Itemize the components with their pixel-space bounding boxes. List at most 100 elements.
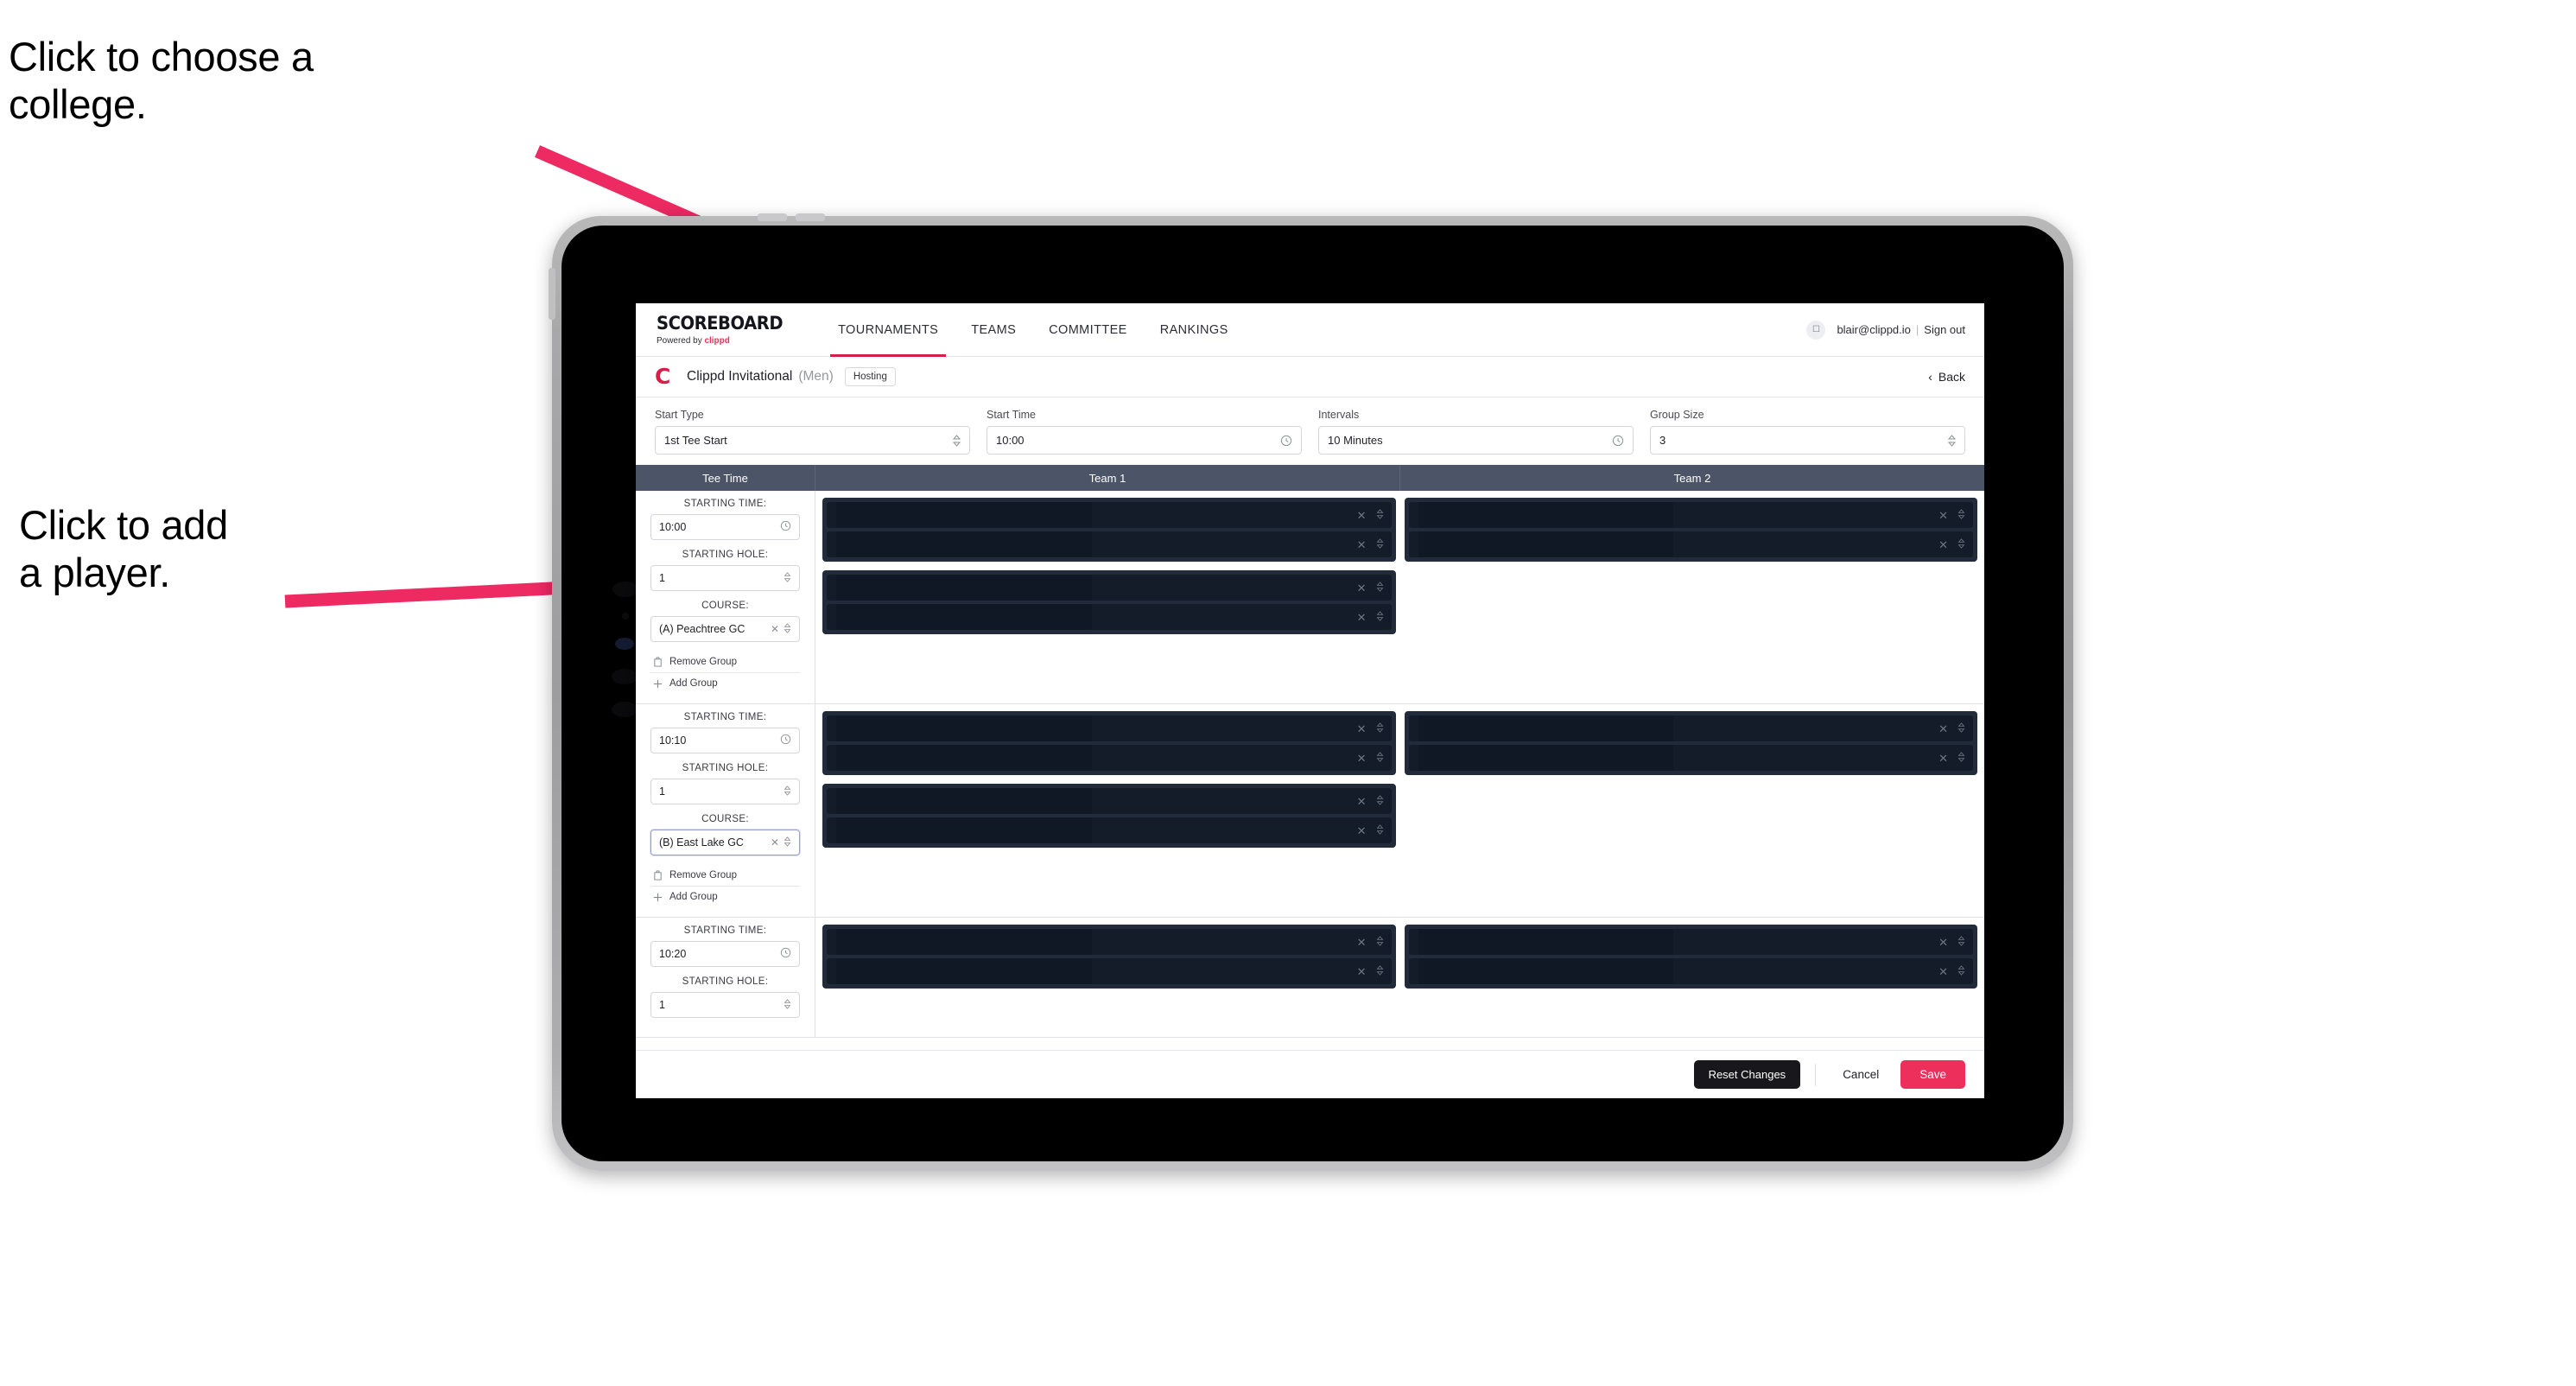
chevron-updown-icon[interactable] [1376, 582, 1384, 594]
player-slot-row[interactable]: ✕ [1408, 745, 1973, 771]
starting-hole-stepper[interactable]: 1 [650, 992, 800, 1018]
chevron-updown-icon[interactable] [1376, 538, 1384, 550]
player-slot-row[interactable]: ✕ [827, 817, 1392, 843]
clear-player-icon[interactable]: ✕ [1938, 966, 1948, 977]
power-button[interactable] [549, 268, 555, 320]
player-name-field[interactable] [836, 502, 1092, 528]
clear-player-icon[interactable]: ✕ [1357, 937, 1367, 948]
chevron-updown-icon[interactable] [784, 622, 791, 636]
clear-player-icon[interactable]: ✕ [1357, 966, 1367, 977]
player-name-field[interactable] [836, 604, 1092, 630]
chevron-updown-icon[interactable] [1376, 509, 1384, 521]
player-slot-row[interactable]: ✕ [827, 958, 1392, 984]
start-time-input[interactable]: 10:00 [987, 426, 1302, 455]
add-group-button[interactable]: Add Group [650, 673, 800, 694]
clock-icon[interactable] [780, 734, 791, 747]
clear-course-icon[interactable]: ✕ [771, 623, 779, 635]
chevron-updown-icon[interactable] [1957, 752, 1965, 764]
player-name-field[interactable] [1418, 929, 1674, 955]
clear-player-icon[interactable]: ✕ [1938, 539, 1948, 550]
clock-icon[interactable] [780, 947, 791, 961]
clear-player-icon[interactable]: ✕ [1938, 937, 1948, 948]
starting-hole-stepper[interactable]: 1 [650, 565, 800, 591]
player-name-field[interactable] [836, 575, 1092, 601]
chevron-updown-icon[interactable] [1376, 965, 1384, 977]
player-name-field[interactable] [836, 929, 1092, 955]
clock-icon[interactable] [1280, 435, 1292, 447]
clear-player-icon[interactable]: ✕ [1357, 510, 1367, 521]
clear-player-icon[interactable]: ✕ [1357, 825, 1367, 836]
player-slot-row[interactable]: ✕ [827, 788, 1392, 814]
player-name-field[interactable] [1418, 715, 1674, 741]
start-type-select[interactable]: 1st Tee Start [655, 426, 970, 455]
course-select[interactable]: (A) Peachtree GC ✕ [650, 616, 800, 642]
player-slot-row[interactable]: ✕ [827, 745, 1392, 771]
player-slot-row[interactable]: ✕ [1408, 958, 1973, 984]
clear-player-icon[interactable]: ✕ [1938, 753, 1948, 764]
tab-tournaments[interactable]: TOURNAMENTS [822, 303, 955, 357]
save-button[interactable]: Save [1900, 1060, 1965, 1089]
player-name-field[interactable] [836, 788, 1092, 814]
clock-icon[interactable] [780, 520, 791, 534]
clear-player-icon[interactable]: ✕ [1357, 539, 1367, 550]
group-size-stepper[interactable]: 3 [1650, 426, 1965, 455]
chevron-updown-icon[interactable] [784, 836, 791, 849]
player-name-field[interactable] [836, 817, 1092, 843]
player-slot-row[interactable]: ✕ [827, 929, 1392, 955]
player-name-field[interactable] [1418, 502, 1674, 528]
player-slot-row[interactable]: ✕ [1408, 929, 1973, 955]
chevron-updown-icon[interactable] [1957, 936, 1965, 948]
chevron-updown-icon[interactable] [1376, 824, 1384, 836]
chevron-updown-icon[interactable] [1957, 722, 1965, 734]
player-name-field[interactable] [1418, 958, 1674, 984]
reset-changes-button[interactable]: Reset Changes [1693, 1060, 1801, 1089]
chevron-updown-icon[interactable] [1948, 434, 1956, 447]
volume-up-button[interactable] [758, 213, 787, 221]
chevron-updown-icon[interactable] [1376, 611, 1384, 623]
player-slot-row[interactable]: ✕ [827, 604, 1392, 630]
brand-logo[interactable]: SCOREBOARD Powered by clippd [657, 303, 822, 356]
chevron-updown-icon[interactable] [1957, 509, 1965, 521]
tab-committee[interactable]: COMMITTEE [1032, 303, 1144, 356]
intervals-input[interactable]: 10 Minutes [1318, 426, 1634, 455]
clear-player-icon[interactable]: ✕ [1938, 510, 1948, 521]
sign-out-link[interactable]: Sign out [1924, 323, 1965, 336]
volume-down-button[interactable] [796, 213, 825, 221]
chevron-updown-icon[interactable] [1376, 936, 1384, 948]
chevron-updown-icon[interactable] [1376, 795, 1384, 807]
player-slot-row[interactable]: ✕ [827, 502, 1392, 528]
chevron-updown-icon[interactable] [1376, 722, 1384, 734]
chevron-updown-icon[interactable] [784, 571, 791, 585]
player-name-field[interactable] [836, 958, 1092, 984]
course-select[interactable]: (B) East Lake GC ✕ [650, 830, 800, 855]
player-name-field[interactable] [1418, 745, 1674, 771]
player-slot-row[interactable]: ✕ [1408, 715, 1973, 741]
tee-sheet-table-body[interactable]: STARTING TIME: 10:00 STARTING HOLE: 1 COURSE… [636, 491, 1984, 1050]
clear-player-icon[interactable]: ✕ [1357, 796, 1367, 807]
clear-player-icon[interactable]: ✕ [1357, 723, 1367, 734]
add-group-button[interactable]: Add Group [650, 887, 800, 907]
starting-hole-stepper[interactable]: 1 [650, 779, 800, 804]
tab-rankings[interactable]: RANKINGS [1144, 303, 1245, 356]
starting-time-input[interactable]: 10:00 [650, 514, 800, 540]
remove-group-button[interactable]: Remove Group [650, 652, 800, 673]
player-slot-row[interactable]: ✕ [827, 531, 1392, 557]
player-name-field[interactable] [836, 715, 1092, 741]
player-name-field[interactable] [836, 745, 1092, 771]
tab-teams[interactable]: TEAMS [955, 303, 1032, 356]
chevron-updown-icon[interactable] [1376, 752, 1384, 764]
back-button[interactable]: ‹ Back [1928, 370, 1965, 384]
chevron-updown-icon[interactable] [784, 998, 791, 1012]
clear-player-icon[interactable]: ✕ [1357, 612, 1367, 623]
clear-player-icon[interactable]: ✕ [1938, 723, 1948, 734]
chevron-updown-icon[interactable] [953, 434, 961, 447]
starting-time-input[interactable]: 10:10 [650, 728, 800, 753]
clear-player-icon[interactable]: ✕ [1357, 753, 1367, 764]
clear-player-icon[interactable]: ✕ [1357, 582, 1367, 594]
player-slot-row[interactable]: ✕ [827, 715, 1392, 741]
player-slot-row[interactable]: ✕ [827, 575, 1392, 601]
chevron-updown-icon[interactable] [784, 785, 791, 798]
chevron-updown-icon[interactable] [1957, 538, 1965, 550]
clock-icon[interactable] [1612, 435, 1624, 447]
cancel-button[interactable]: Cancel [1830, 1060, 1891, 1089]
